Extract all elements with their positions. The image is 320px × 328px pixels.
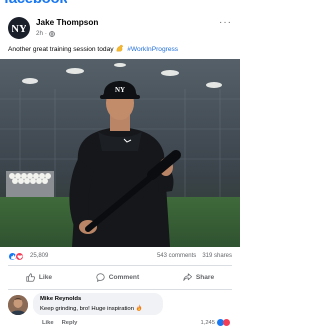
share-count[interactable]: 319 shares [202, 253, 232, 259]
commenter-avatar[interactable] [8, 295, 28, 315]
post-caption: Another great training session today [8, 46, 114, 53]
divider [8, 265, 232, 266]
post-meta: 2h · [36, 30, 55, 37]
divider [8, 289, 232, 290]
comment-like-link[interactable]: Like [42, 320, 54, 326]
team-logo-icon: NY [12, 23, 26, 35]
more-icon[interactable]: ··· [219, 18, 232, 28]
engagement-stats: 543 comments 319 shares [157, 253, 232, 259]
comment-bubble[interactable]: Mike Reynolds Keep grinding, bro! Huge i… [33, 293, 163, 315]
globe-icon [49, 30, 55, 37]
svg-text:NY: NY [12, 23, 26, 35]
brand-wordmark: facebook [4, 0, 67, 6]
ball-bucket [6, 171, 54, 197]
post-photo[interactable]: NY [0, 59, 240, 247]
post-time[interactable]: 2h [36, 30, 43, 37]
comment-button[interactable]: Comment [96, 268, 139, 286]
commenter-name[interactable]: Mike Reynolds [40, 296, 156, 302]
post-actions: Like Comment Share [0, 268, 240, 286]
post-text: Another great training session today #Wo… [8, 44, 178, 53]
comment-text-line: Keep grinding, bro! Huge inspiration [40, 304, 156, 312]
comment-count[interactable]: 543 comments [157, 253, 196, 259]
hashtag-link[interactable]: #WorkInProgress [127, 46, 178, 53]
comment-reaction-number: 1,245 [200, 319, 215, 326]
love-reaction-icon [223, 319, 230, 326]
comment-bubble-icon [96, 272, 105, 282]
comment-label: Comment [108, 273, 140, 281]
flexed-biceps-emoji [116, 44, 124, 52]
facebook-logo[interactable]: facebook [4, 0, 67, 7]
fire-emoji [136, 304, 142, 311]
post-header: NY Jake Thompson 2h · ··· [0, 10, 240, 40]
author-name[interactable]: Jake Thompson [36, 18, 98, 27]
reaction-count[interactable]: 25,809 [30, 253, 48, 259]
comment-actions: Like Reply [42, 320, 77, 326]
share-button[interactable]: Share [183, 268, 214, 286]
post-stats: 25,809 543 comments 319 shares [0, 250, 240, 262]
comment-reaction-count[interactable]: 1,245 [200, 319, 230, 326]
comment-text: Keep grinding, bro! Huge inspiration [40, 306, 134, 312]
author-avatar[interactable]: NY [8, 17, 30, 39]
comment-item: Mike Reynolds Keep grinding, bro! Huge i… [0, 293, 240, 328]
share-label: Share [195, 273, 215, 281]
svg-text:NY: NY [115, 86, 125, 94]
thumbs-up-icon [26, 272, 35, 282]
reaction-icons[interactable] [8, 252, 24, 261]
like-button[interactable]: Like [26, 268, 52, 286]
comment-reply-link[interactable]: Reply [62, 320, 78, 326]
like-label: Like [38, 273, 53, 281]
meta-separator: · [44, 30, 47, 37]
love-reaction-icon [15, 252, 24, 261]
share-arrow-icon [183, 272, 192, 282]
